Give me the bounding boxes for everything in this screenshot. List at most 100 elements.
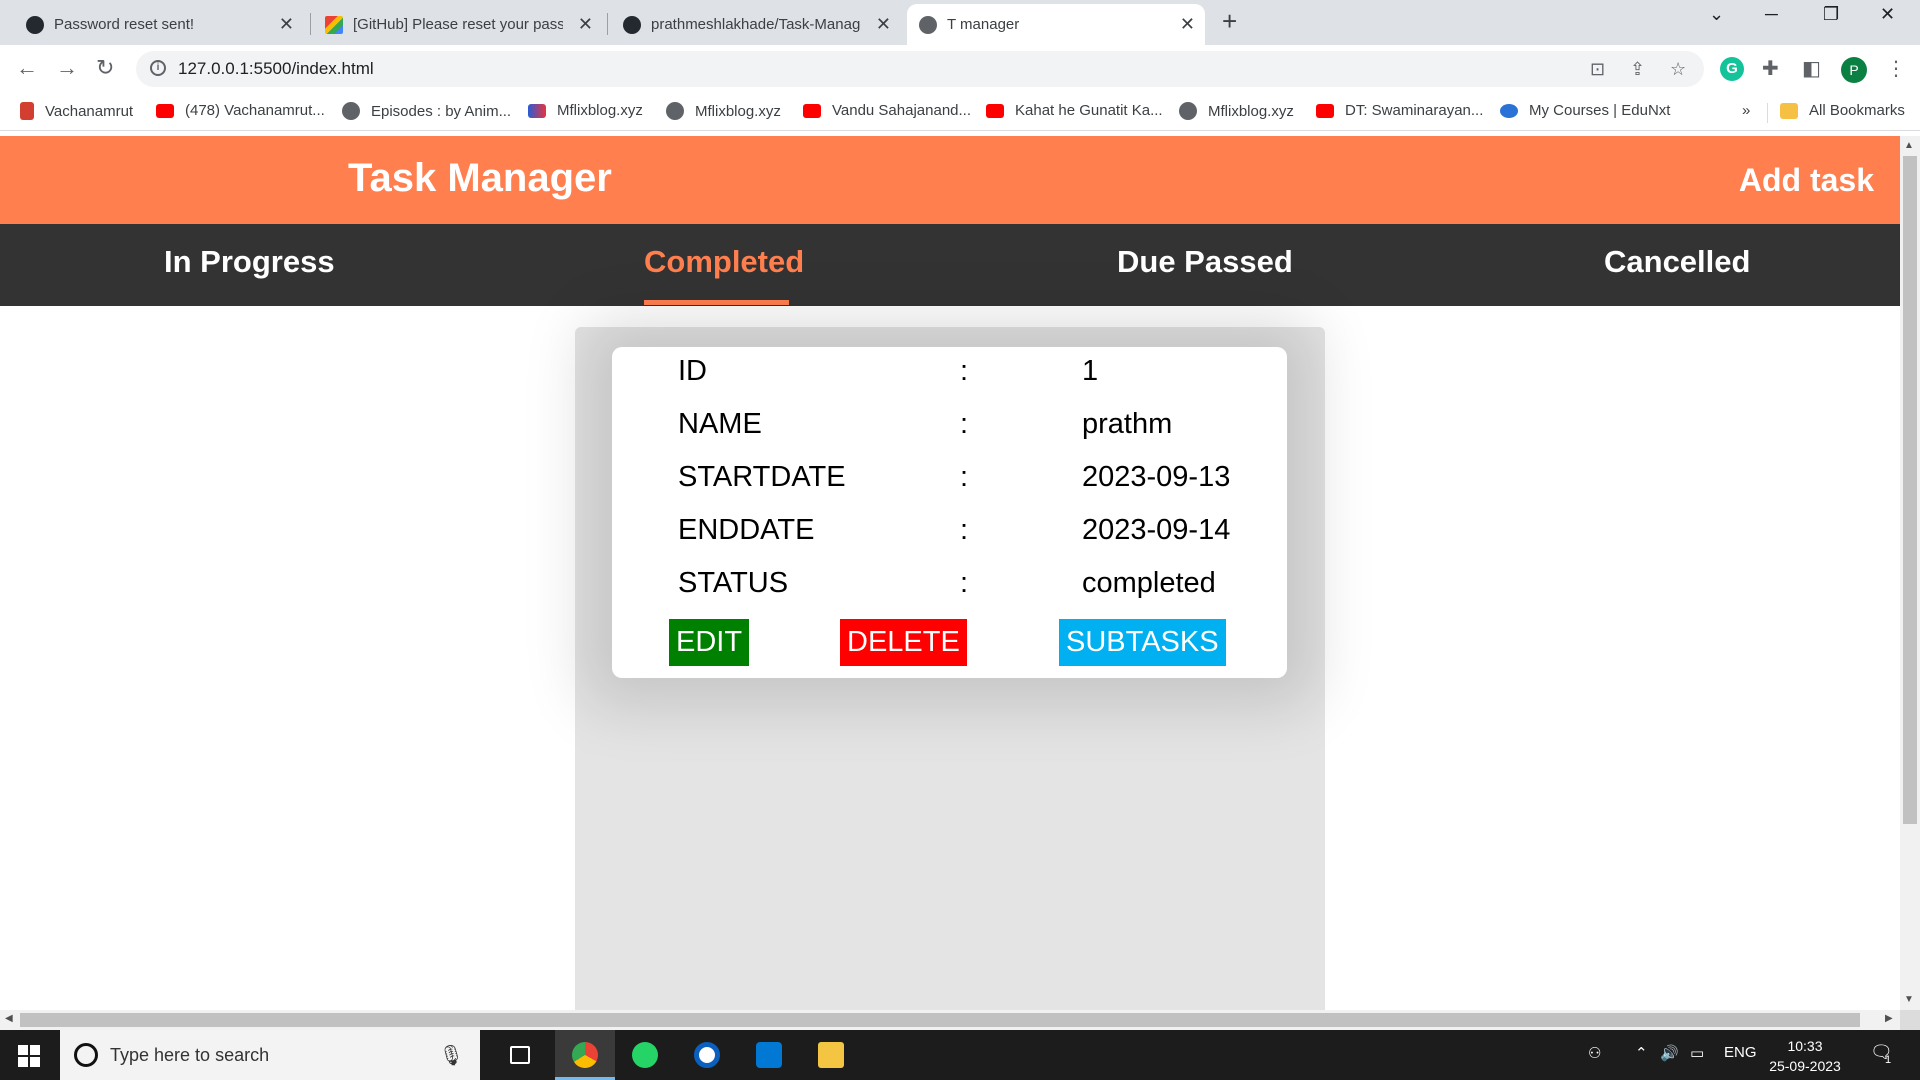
profile-avatar[interactable]: P <box>1841 57 1867 83</box>
delete-button[interactable]: DELETE <box>840 619 967 666</box>
bookmark-item[interactable]: (478) Vachanamrut... <box>156 102 325 119</box>
gmail-icon <box>325 15 343 34</box>
tab-cancelled[interactable]: Cancelled <box>1604 244 1750 280</box>
address-bar[interactable]: i 127.0.0.1:5500/index.html ⊡ ⇪ ☆ <box>136 51 1704 87</box>
file-explorer-taskbar-icon[interactable] <box>801 1030 861 1080</box>
horizontal-scrollbar[interactable]: ◀ ▶ <box>0 1010 1900 1030</box>
task-field-enddate: ENDDATE : 2023-09-14 <box>678 514 1238 554</box>
restore-icon[interactable]: ❐ <box>1823 4 1839 25</box>
mflix-icon <box>528 103 546 118</box>
active-tab-underline <box>644 300 789 305</box>
scrollbar-corner <box>1900 1010 1920 1030</box>
bookmark-label: Mflixblog.xyz <box>695 102 781 120</box>
battery-icon[interactable]: ▭ <box>1690 1044 1704 1062</box>
field-label: STATUS <box>678 567 789 599</box>
github-icon <box>26 15 44 34</box>
browser-tab-4-active[interactable]: T manager ✕ <box>907 4 1205 45</box>
bookmark-item[interactable]: Vachanamrut <box>20 102 133 120</box>
tab-in-progress[interactable]: In Progress <box>164 244 335 280</box>
more-menu-icon[interactable]: ⋮ <box>1886 56 1906 81</box>
microphone-icon[interactable]: 🎙 <box>439 1043 464 1068</box>
bookmark-item[interactable]: Mflixblog.xyz <box>528 102 643 119</box>
subtasks-button[interactable]: SUBTASKS <box>1059 619 1226 666</box>
clock-time: 10:33 <box>1787 1038 1823 1054</box>
windows-start-icon[interactable] <box>18 1045 40 1067</box>
tab-completed[interactable]: Completed <box>644 244 804 280</box>
system-clock[interactable]: 10:33 25-09-2023 <box>1760 1036 1850 1076</box>
people-icon[interactable]: ⚇ <box>1588 1044 1601 1062</box>
task-view-icon[interactable] <box>490 1030 550 1080</box>
close-icon[interactable]: ✕ <box>1180 14 1195 35</box>
bookmarks-overflow-icon[interactable]: » <box>1742 102 1750 119</box>
all-bookmarks-label: All Bookmarks <box>1809 102 1905 119</box>
vertical-scrollbar[interactable]: ▲ ▼ <box>1900 136 1920 1010</box>
tab-divider <box>607 13 608 35</box>
tab-search-icon[interactable]: ⌄ <box>1709 4 1724 25</box>
bookmark-label: Kahat he Gunatit Ka... <box>1015 102 1163 119</box>
close-icon[interactable]: ✕ <box>279 14 294 35</box>
bookmark-item[interactable]: Mflixblog.xyz <box>1179 102 1294 120</box>
site-info-icon[interactable]: i <box>150 60 166 76</box>
edunxt-icon <box>1500 103 1518 118</box>
browser-tab-1[interactable]: Password reset sent! ✕ <box>14 4 304 45</box>
edit-button[interactable]: EDIT <box>669 619 750 666</box>
tab-title: T manager <box>947 16 1020 33</box>
bookmark-item[interactable]: Mflixblog.xyz <box>666 102 781 120</box>
language-indicator[interactable]: ENG <box>1724 1044 1757 1061</box>
bookmark-item[interactable]: Kahat he Gunatit Ka... <box>986 102 1163 119</box>
browser-tab-2[interactable]: [GitHub] Please reset your passw ✕ <box>313 4 603 45</box>
field-label: ENDDATE <box>678 514 815 546</box>
add-task-button[interactable]: Add task <box>1739 162 1874 199</box>
url-text[interactable]: 127.0.0.1:5500/index.html <box>178 59 374 79</box>
new-tab-button[interactable]: + <box>1222 6 1237 37</box>
tab-title: [GitHub] Please reset your passw <box>353 16 563 33</box>
bookmark-item[interactable]: Episodes : by Anim... <box>342 102 511 120</box>
vertical-scroll-thumb[interactable] <box>1903 156 1917 824</box>
extensions-puzzle-icon[interactable]: ✚ <box>1762 56 1779 81</box>
youtube-icon <box>156 103 174 118</box>
globe-icon <box>342 102 360 120</box>
volume-icon[interactable]: 🔊 <box>1660 1044 1679 1062</box>
bookmark-item[interactable]: My Courses | EduNxt <box>1500 102 1670 119</box>
field-separator: : <box>960 461 969 493</box>
field-value: 2023-09-14 <box>1082 514 1231 546</box>
task-field-startdate: STARTDATE : 2023-09-13 <box>678 461 1238 501</box>
globe-icon <box>919 15 937 34</box>
forward-icon[interactable]: → <box>56 55 78 81</box>
bookmark-item[interactable]: Vandu Sahajanand... <box>803 102 971 119</box>
taskbar-search-box[interactable]: Type here to search 🎙 <box>60 1030 480 1080</box>
cortana-icon <box>74 1043 98 1067</box>
tab-due-passed[interactable]: Due Passed <box>1117 244 1293 280</box>
scroll-down-icon[interactable]: ▼ <box>1904 994 1914 1005</box>
all-bookmarks-button[interactable]: All Bookmarks <box>1780 102 1905 119</box>
bookmark-label: Mflixblog.xyz <box>557 102 643 119</box>
show-hidden-icons-icon[interactable]: ⌃ <box>1635 1044 1648 1062</box>
scroll-left-icon[interactable]: ◀ <box>5 1013 13 1024</box>
browser-tab-strip: Password reset sent! ✕ [GitHub] Please r… <box>0 0 1920 45</box>
scroll-right-icon[interactable]: ▶ <box>1885 1013 1893 1024</box>
bookmark-star-icon[interactable]: ☆ <box>1670 59 1686 80</box>
task-card: ID : 1 NAME : prathm STARTDATE : 2023-09… <box>612 347 1287 678</box>
reload-icon[interactable]: ↻ <box>96 55 114 81</box>
folder-icon <box>1780 102 1798 119</box>
side-panel-icon[interactable]: ◧ <box>1802 56 1821 81</box>
translate-icon[interactable]: ⊡ <box>1590 59 1605 80</box>
close-icon[interactable]: ✕ <box>876 14 891 35</box>
vscode-taskbar-icon[interactable] <box>739 1030 799 1080</box>
app-taskbar-icon[interactable] <box>677 1030 737 1080</box>
minimize-icon[interactable]: ─ <box>1765 4 1778 25</box>
chrome-taskbar-icon[interactable] <box>555 1030 615 1080</box>
whatsapp-taskbar-icon[interactable] <box>615 1030 675 1080</box>
close-icon[interactable]: ✕ <box>578 14 593 35</box>
horizontal-scroll-thumb[interactable] <box>20 1013 1860 1027</box>
browser-tab-3[interactable]: prathmeshlakhade/Task-Manage ✕ <box>611 4 901 45</box>
bookmark-item[interactable]: DT: Swaminarayan... <box>1316 102 1483 119</box>
share-icon[interactable]: ⇪ <box>1630 59 1645 80</box>
grammarly-extension-icon[interactable]: G <box>1720 57 1744 81</box>
back-icon[interactable]: ← <box>16 55 38 81</box>
window-close-icon[interactable]: ✕ <box>1880 4 1895 25</box>
bookmark-label: DT: Swaminarayan... <box>1345 102 1484 119</box>
scroll-up-icon[interactable]: ▲ <box>1904 140 1914 151</box>
web-page: Task Manager Add task In Progress Comple… <box>0 136 1900 1010</box>
windows-taskbar: Type here to search 🎙 ⚇ ⌃ 🔊 ▭ ENG 10:33 … <box>0 1030 1920 1080</box>
